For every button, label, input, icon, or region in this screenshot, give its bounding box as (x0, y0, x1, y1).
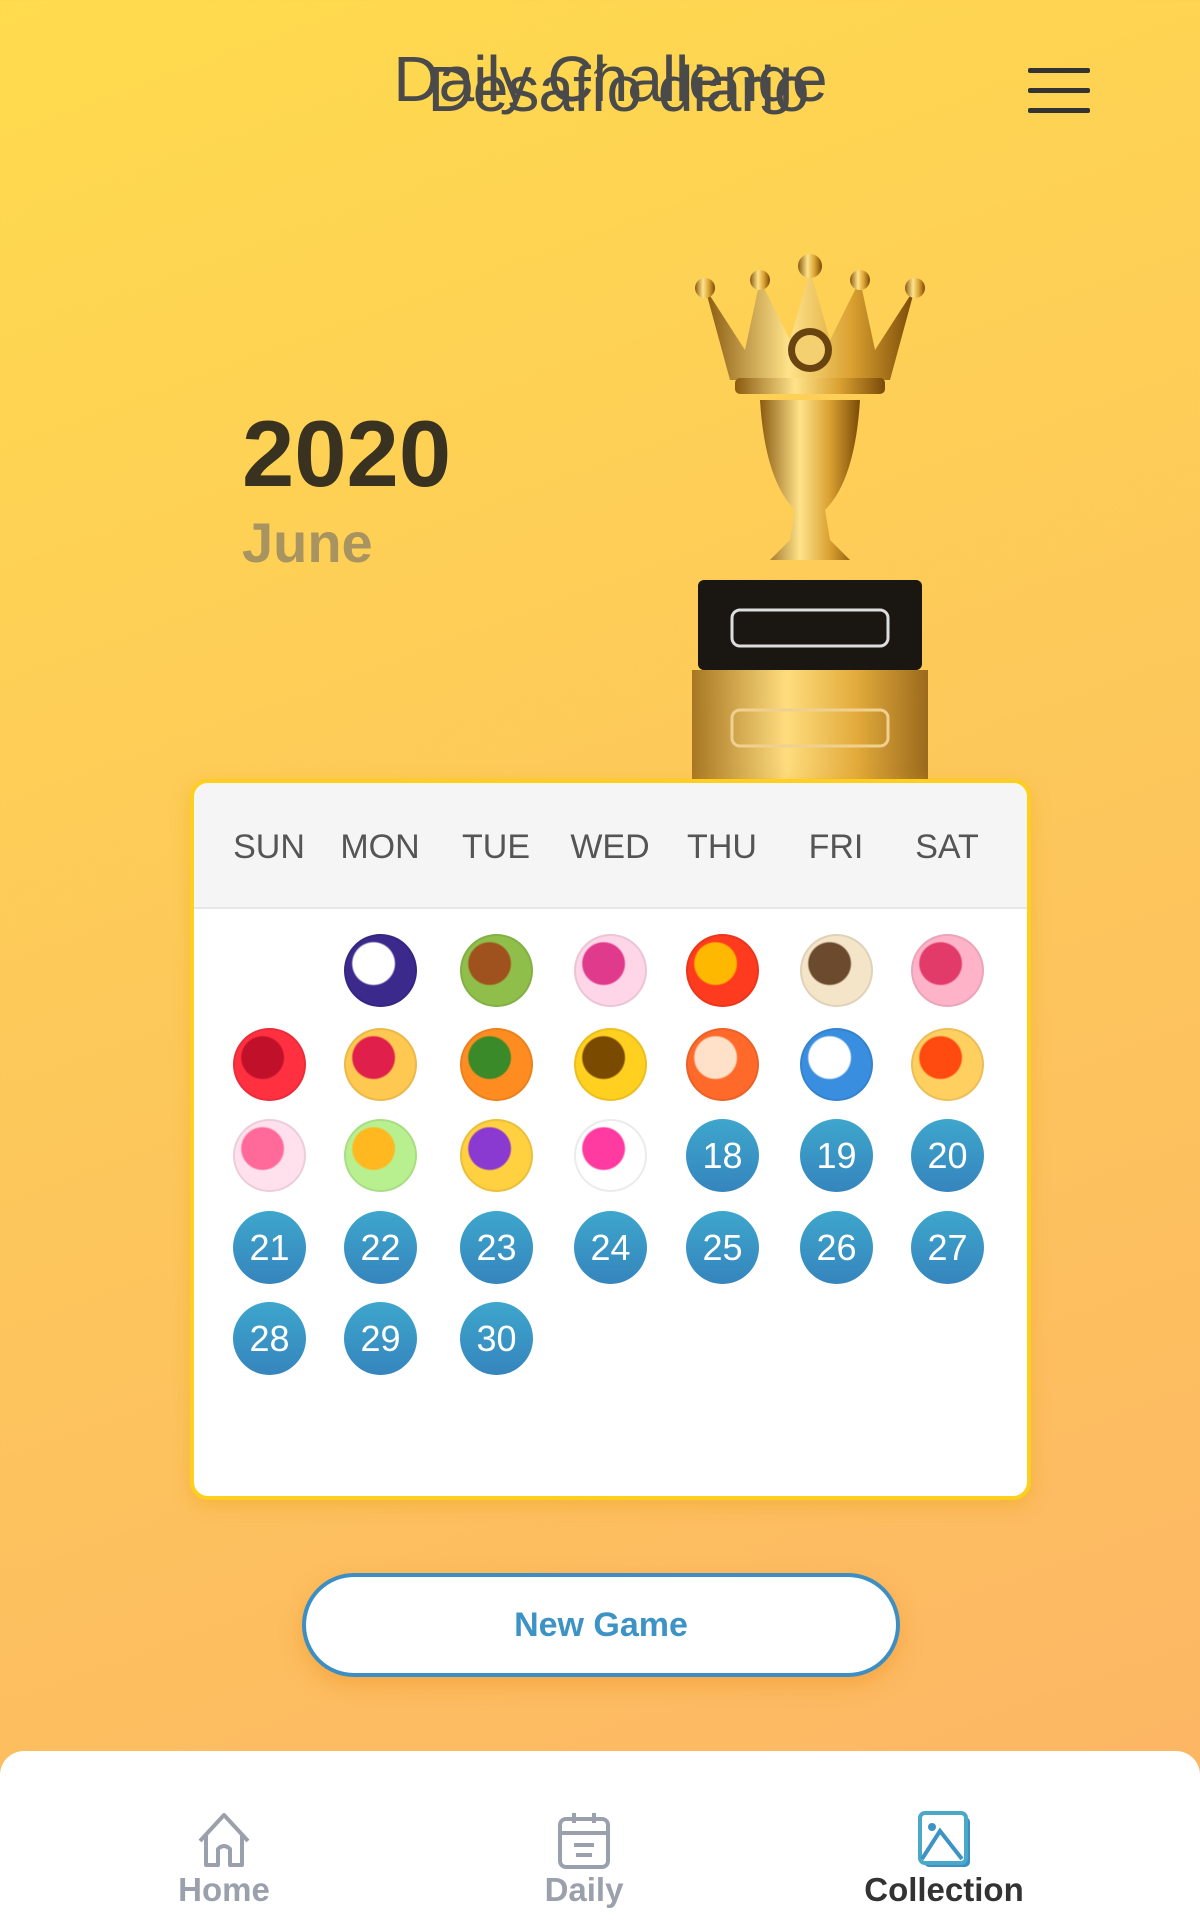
weekday-label: SAT (915, 828, 979, 866)
calendar-day[interactable]: 23 (460, 1211, 533, 1284)
candy-basket-icon[interactable] (911, 934, 984, 1007)
calendar-day[interactable]: 30 (460, 1302, 533, 1375)
calendar-day[interactable]: 18 (686, 1119, 759, 1192)
sailboat-icon[interactable] (800, 1028, 873, 1101)
pink-flower-icon[interactable] (574, 1119, 647, 1192)
oranges-icon[interactable] (460, 1028, 533, 1101)
weekday-label: THU (687, 828, 757, 866)
calendar-day[interactable]: 27 (911, 1211, 984, 1284)
smiley-icon[interactable] (574, 1028, 647, 1101)
calendar-month: June (242, 511, 373, 574)
kimono-doll-icon[interactable] (574, 934, 647, 1007)
calendar-day[interactable]: 22 (344, 1211, 417, 1284)
weekday-header: SUN MON TUE WED THU FRI SAT (194, 783, 1027, 909)
calendar-day[interactable]: 24 (574, 1211, 647, 1284)
nav-home-label: Home (178, 1871, 270, 1908)
calendar-day[interactable]: 28 (233, 1302, 306, 1375)
bottom-nav: Home Daily Collection (0, 1751, 1200, 1920)
sunflower-icon[interactable] (686, 934, 759, 1007)
nav-daily[interactable]: Daily (484, 1811, 684, 1909)
picture-icon (918, 1811, 970, 1867)
bulldog-icon[interactable] (800, 934, 873, 1007)
nav-home[interactable]: Home (124, 1811, 324, 1909)
home-icon (198, 1813, 250, 1867)
apple-icon[interactable] (233, 1028, 306, 1101)
calendar-day[interactable]: 21 (233, 1211, 306, 1284)
weekday-label: SUN (233, 828, 305, 866)
page-title-overlay: Desafío diario (427, 53, 810, 125)
calendar-day[interactable]: 26 (800, 1211, 873, 1284)
calendar-icon (558, 1813, 610, 1869)
calendar-year: 2020 (242, 401, 452, 506)
rose-icon[interactable] (344, 1028, 417, 1101)
weekday-label: TUE (462, 828, 530, 866)
calendar-card: SUN MON TUE WED THU FRI SAT 18 19 20 21 22 23… (190, 779, 1031, 1500)
astronaut-icon[interactable] (344, 934, 417, 1007)
butterfly-icon[interactable] (344, 1119, 417, 1192)
patterned-tile-icon[interactable] (460, 1119, 533, 1192)
cake-icon[interactable] (233, 1119, 306, 1192)
hamburger-menu-icon[interactable] (1028, 68, 1090, 114)
calendar-day[interactable]: 19 (800, 1119, 873, 1192)
nav-daily-label: Daily (544, 1871, 624, 1908)
weekday-label: FRI (808, 828, 864, 866)
weekday-label: MON (340, 828, 420, 866)
fire-icon[interactable] (911, 1028, 984, 1101)
nav-collection[interactable]: Collection (844, 1811, 1044, 1909)
nav-collection-label: Collection (864, 1871, 1024, 1908)
trophy-icon (692, 254, 928, 780)
calendar-day[interactable]: 29 (344, 1302, 417, 1375)
calendar-day[interactable]: 25 (686, 1211, 759, 1284)
red-haired-boy-icon[interactable] (686, 1028, 759, 1101)
new-game-button[interactable]: New Game (302, 1573, 900, 1677)
monkey-icon[interactable] (460, 934, 533, 1007)
weekday-label: WED (570, 828, 650, 866)
calendar-day[interactable]: 20 (911, 1119, 984, 1192)
